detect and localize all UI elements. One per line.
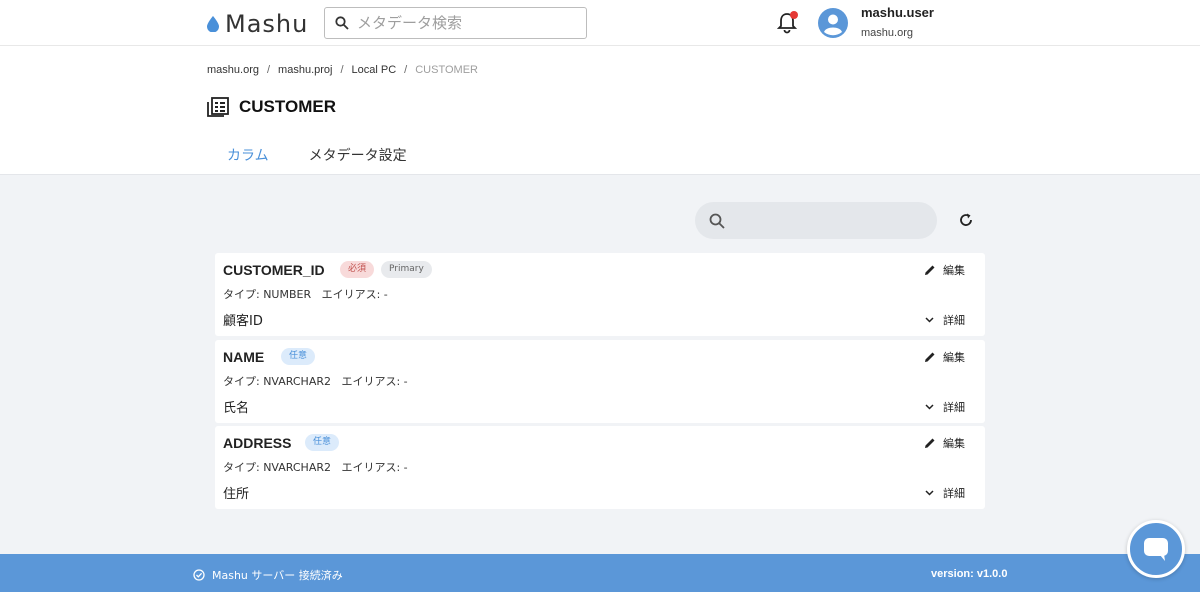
breadcrumb-item[interactable]: Local PC [352,64,397,76]
column-description: 住所 [223,487,250,502]
column-meta: タイプ: NVARCHAR2 エイリアス: - [223,375,408,388]
column-card: ADDRESS 任意 タイプ: NVARCHAR2 エイリアス: - 住所 編集… [215,426,985,509]
metadata-search-box[interactable] [324,7,587,39]
column-meta: タイプ: NVARCHAR2 エイリアス: - [223,461,408,474]
detail-label: 詳細 [943,487,965,500]
edit-button[interactable]: 編集 [924,435,965,451]
column-name: NAME [223,349,265,365]
column-card: CUSTOMER_ID 必須 Primary タイプ: NUMBER エイリアス… [215,253,985,336]
column-name: ADDRESS [223,435,292,451]
edit-button[interactable]: 編集 [924,262,965,278]
tab-bar: カラム メタデータ設定 [227,145,407,165]
pencil-icon [925,438,935,448]
refresh-icon[interactable] [958,212,974,228]
detail-label: 詳細 [943,401,965,414]
connection-status-text: Mashu サーバー 接続済み [212,569,343,582]
detail-toggle-button[interactable]: 詳細 [925,485,965,501]
tab-columns[interactable]: カラム [227,145,269,165]
search-icon [709,213,725,229]
metadata-search-input[interactable] [357,14,557,32]
chevron-down-icon [925,317,934,323]
column-description: 顧客ID [223,314,263,329]
breadcrumb-item[interactable]: mashu.proj [278,64,332,76]
breadcrumb-current: CUSTOMER [415,64,478,76]
column-description: 氏名 [223,401,250,416]
breadcrumb: mashu.org / mashu.proj / Local PC / CUST… [207,64,478,76]
table-icon [207,97,229,117]
breadcrumb-separator: / [340,64,344,76]
column-filter-box[interactable] [695,202,937,239]
breadcrumb-item[interactable]: mashu.org [207,64,259,76]
optional-badge: 任意 [305,434,340,451]
breadcrumb-separator: / [404,64,408,76]
app-logo[interactable]: Mashu [207,10,308,38]
user-avatar-icon[interactable] [818,8,848,38]
edit-label: 編集 [943,264,965,277]
primary-badge: Primary [381,261,432,278]
connection-status: Mashu サーバー 接続済み [193,567,343,583]
user-name[interactable]: mashu.user [861,5,934,20]
version-label: version: v1.0.0 [931,568,1008,580]
column-name: CUSTOMER_ID [223,262,325,278]
column-filter-input[interactable] [733,213,913,228]
required-badge: 必須 [340,261,375,278]
optional-badge: 任意 [281,348,316,365]
water-drop-icon [207,16,219,32]
page-title: CUSTOMER [239,97,336,116]
user-organization: mashu.org [861,27,913,39]
brand-name: Mashu [225,10,309,38]
chat-button[interactable] [1127,520,1185,578]
edit-label: 編集 [943,437,965,450]
notification-dot [790,11,798,19]
edit-label: 編集 [943,351,965,364]
chevron-down-icon [925,490,934,496]
pencil-icon [925,352,935,362]
notification-button[interactable] [776,11,799,34]
column-meta: タイプ: NUMBER エイリアス: - [223,288,388,301]
pencil-icon [925,265,935,275]
check-circle-icon [193,569,205,581]
top-header: Mashu mashu.user mashu.org [0,0,1200,46]
detail-toggle-button[interactable]: 詳細 [925,399,965,415]
tab-metadata-settings[interactable]: メタデータ設定 [309,145,407,165]
status-bar: Mashu サーバー 接続済み version: v1.0.0 [0,554,1200,592]
chat-bubble-icon [1144,538,1168,561]
edit-button[interactable]: 編集 [924,349,965,365]
page-title-row: CUSTOMER [207,97,336,117]
breadcrumb-separator: / [266,64,271,76]
column-card: NAME 任意 タイプ: NVARCHAR2 エイリアス: - 氏名 編集 詳細 [215,340,985,423]
search-icon [335,16,349,30]
detail-label: 詳細 [943,314,965,327]
chevron-down-icon [925,404,934,410]
detail-toggle-button[interactable]: 詳細 [925,312,965,328]
